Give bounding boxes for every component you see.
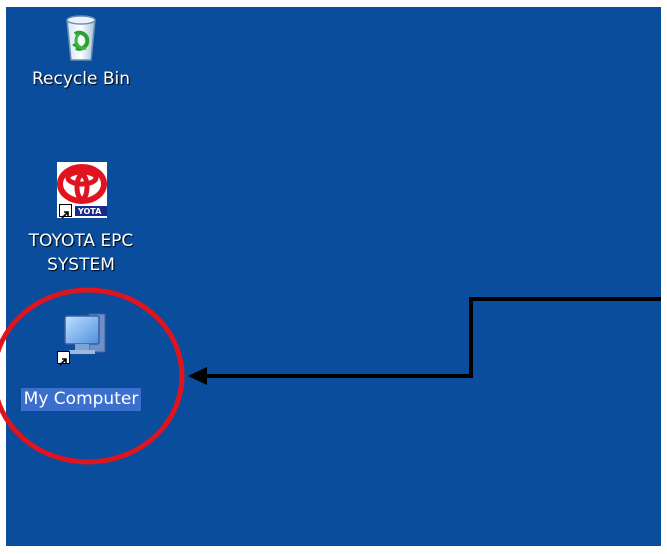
shortcut-arrow-icon <box>59 204 72 219</box>
desktop-icon-my-computer[interactable]: My Computer <box>11 310 151 411</box>
recycle-bin-label: Recycle Bin <box>31 69 130 89</box>
my-computer-label: My Computer <box>20 388 142 411</box>
toyota-epc-label-line2: SYSTEM <box>47 255 115 275</box>
recycle-bin-icon <box>49 12 113 68</box>
svg-text:YOTA: YOTA <box>77 207 102 216</box>
toyota-logo-icon: YOTA <box>49 160 113 219</box>
my-computer-icon <box>49 310 113 366</box>
desktop-icon-recycle-bin[interactable]: Recycle Bin <box>11 12 151 91</box>
shortcut-arrow-icon <box>57 351 70 366</box>
desktop-icon-toyota-epc[interactable]: YOTA TOYOTA EPC SYSTEM <box>11 160 151 277</box>
screenshot-frame: Recycle Bin YOTA TOYOTA EPC SYSTEM My Co… <box>0 0 667 554</box>
desktop[interactable]: Recycle Bin YOTA TOYOTA EPC SYSTEM My Co… <box>6 7 661 546</box>
toyota-epc-label-line1: TOYOTA EPC <box>28 231 134 251</box>
